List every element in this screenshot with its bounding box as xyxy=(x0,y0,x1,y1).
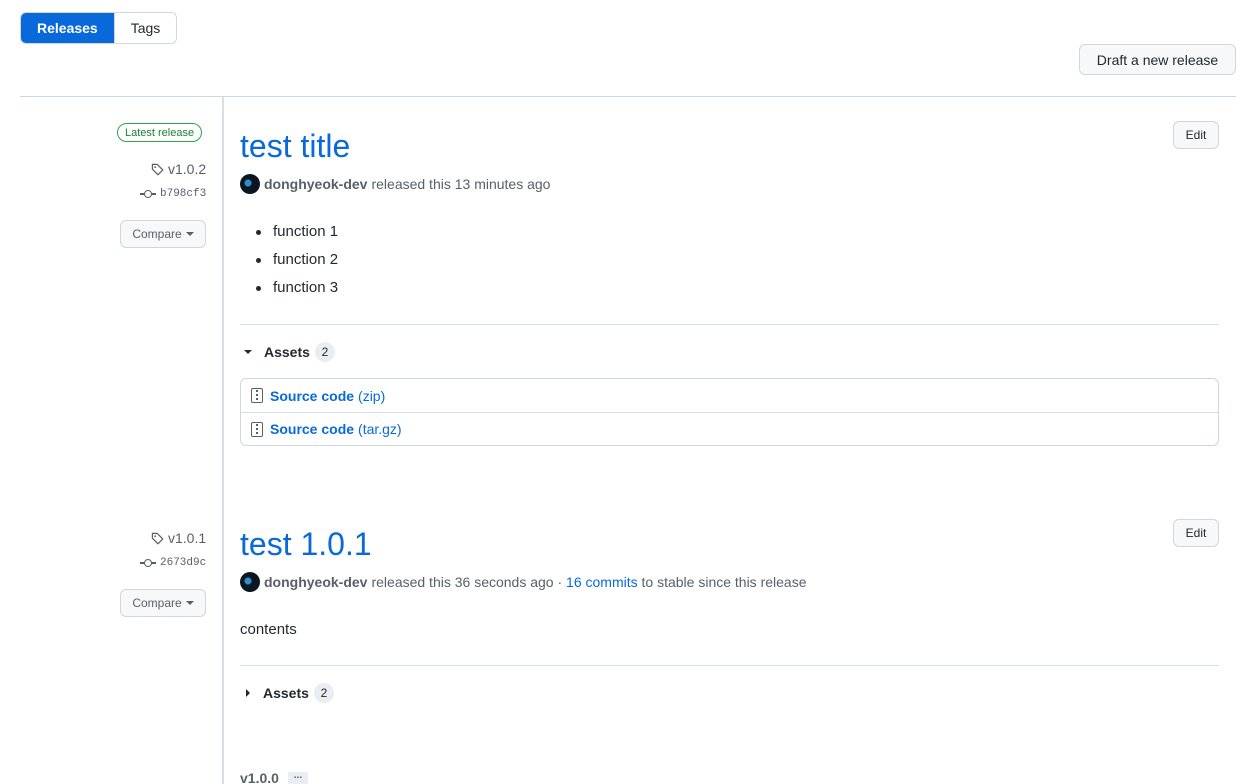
file-zip-icon xyxy=(251,421,263,437)
release-tag-label: v1.0.1 xyxy=(168,530,207,546)
commit-icon xyxy=(140,559,156,567)
draft-new-release-button[interactable]: Draft a new release xyxy=(1079,44,1236,75)
asset-ext[interactable]: (zip) xyxy=(358,388,385,404)
assets-list: Source code (zip) Source code (tar.gz) xyxy=(240,378,1219,446)
release-tag-link[interactable]: v1.0.1 xyxy=(151,530,206,546)
timeline-line xyxy=(222,97,224,784)
release-commit-sha: 2673d9c xyxy=(160,557,207,569)
commits-since-link[interactable]: 16 commits xyxy=(566,574,638,590)
asset-row[interactable]: Source code (zip) xyxy=(241,379,1218,412)
expand-ellipsis-button[interactable]: ... xyxy=(287,771,308,784)
release-header-collapsed: v1.0.0 ... xyxy=(240,770,308,784)
caret-down-icon xyxy=(185,232,194,236)
compare-button[interactable]: Compare xyxy=(120,220,206,248)
header-divider xyxy=(20,96,1236,97)
edit-release-button[interactable]: Edit xyxy=(1173,519,1219,547)
release-tag-label: v1.0.2 xyxy=(168,161,207,177)
assets-toggle[interactable]: Assets 2 xyxy=(241,683,334,703)
edit-release-button[interactable]: Edit xyxy=(1173,121,1219,149)
assets-count-badge: 2 xyxy=(313,683,334,703)
latest-release-badge: Latest release xyxy=(117,123,203,142)
assets-count-badge: 2 xyxy=(314,342,335,362)
avatar[interactable] xyxy=(240,174,260,194)
release-notes-list: function 1 function 2 function 3 xyxy=(255,220,338,304)
meta-separator: · xyxy=(553,574,567,590)
list-item: function 2 xyxy=(255,248,338,276)
assets-label: Assets xyxy=(263,685,309,701)
release-title[interactable]: test 1.0.1 xyxy=(240,526,372,563)
compare-button[interactable]: Compare xyxy=(120,589,206,617)
compare-label: Compare xyxy=(132,227,182,241)
release-tag-link[interactable]: v1.0.2 xyxy=(151,161,206,177)
release-meta: donghyeok-dev released this 13 minutes a… xyxy=(240,174,550,194)
triangle-down-icon xyxy=(244,350,252,354)
asset-name[interactable]: Source code xyxy=(270,421,354,437)
list-item: function 1 xyxy=(255,220,338,248)
asset-name[interactable]: Source code xyxy=(270,388,354,404)
section-divider xyxy=(240,324,1219,325)
asset-row[interactable]: Source code (tar.gz) xyxy=(241,412,1218,445)
release-author[interactable]: donghyeok-dev xyxy=(264,176,367,192)
release-author[interactable]: donghyeok-dev xyxy=(264,574,367,590)
commits-since-text: to stable since this release xyxy=(637,574,807,590)
tab-releases[interactable]: Releases xyxy=(21,13,114,43)
commit-icon xyxy=(140,190,156,198)
release-title[interactable]: test title xyxy=(240,128,350,165)
asset-ext[interactable]: (tar.gz) xyxy=(358,421,402,437)
tag-icon xyxy=(151,163,164,175)
release-commit-link[interactable]: b798cf3 xyxy=(140,188,206,200)
tag-icon xyxy=(151,532,164,544)
release-body: contents xyxy=(240,621,297,638)
list-item: function 3 xyxy=(255,276,338,304)
release-time-text: released this 36 seconds ago xyxy=(371,574,554,590)
release-meta: donghyeok-dev released this 36 seconds a… xyxy=(240,572,807,592)
caret-down-icon xyxy=(185,601,194,605)
assets-toggle[interactable]: Assets 2 xyxy=(241,342,335,362)
triangle-right-icon xyxy=(246,689,250,697)
compare-label: Compare xyxy=(132,596,182,610)
release-commit-link[interactable]: 2673d9c xyxy=(140,557,206,569)
assets-label: Assets xyxy=(264,344,310,360)
avatar[interactable] xyxy=(240,572,260,592)
release-time-text: released this 13 minutes ago xyxy=(371,176,551,192)
release-tag-label[interactable]: v1.0.0 xyxy=(240,770,279,784)
tab-tags[interactable]: Tags xyxy=(113,13,177,43)
release-commit-sha: b798cf3 xyxy=(160,188,207,200)
releases-tags-tabnav: Releases Tags xyxy=(20,12,178,44)
section-divider xyxy=(240,665,1219,666)
file-zip-icon xyxy=(251,388,263,403)
